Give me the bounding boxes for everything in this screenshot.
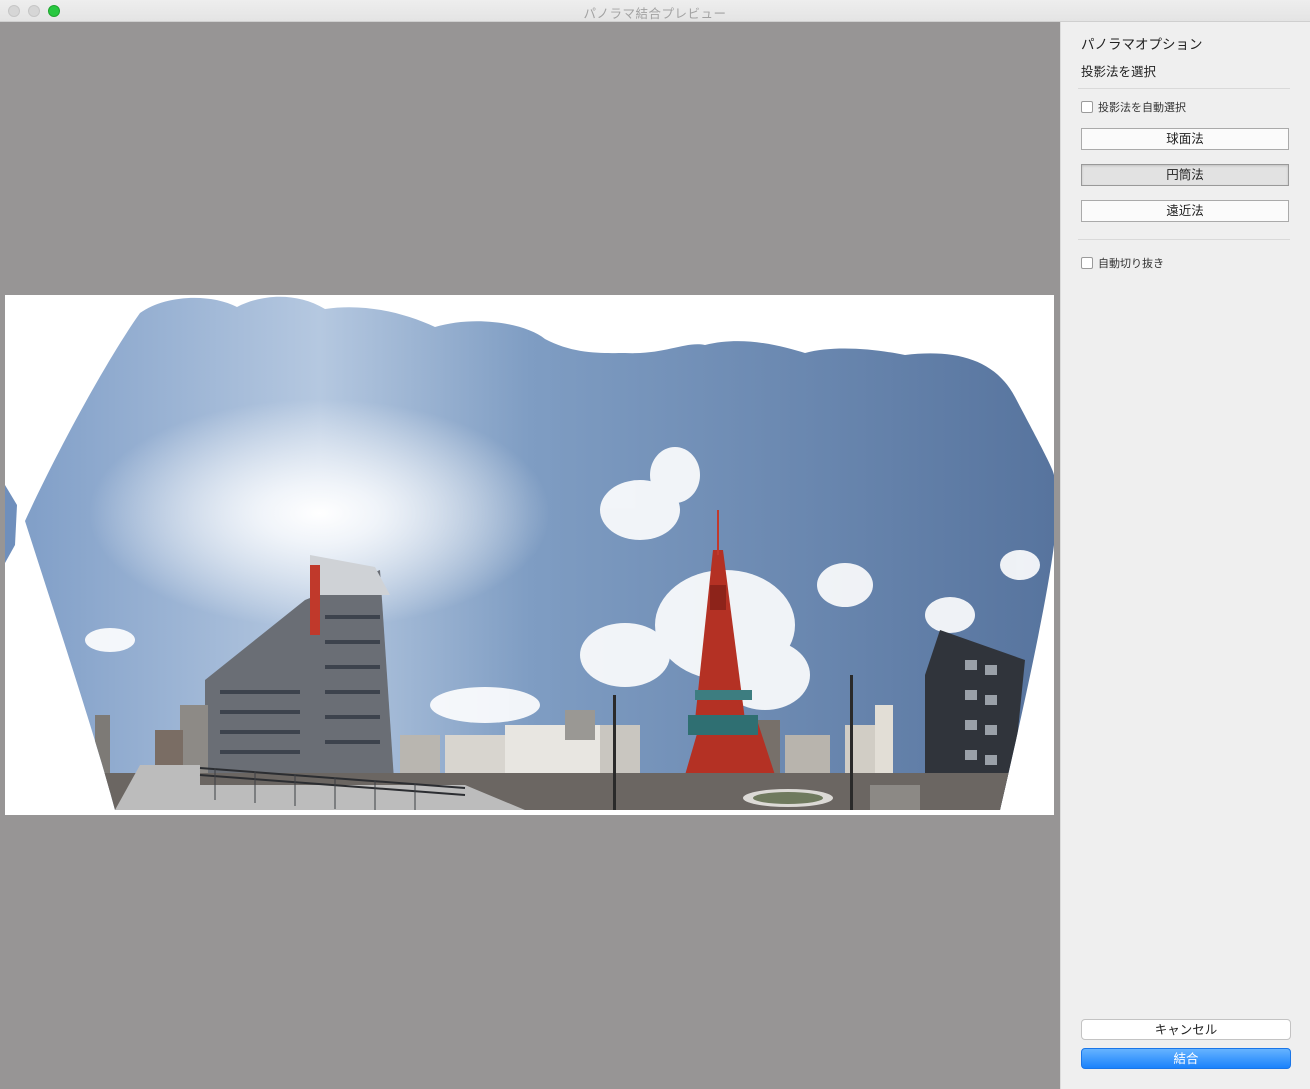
cylindrical-projection-button[interactable]: 円筒法 [1081,164,1289,186]
options-sidebar: パノラマオプション 投影法を選択 投影法を自動選択 球面法 円筒法 遠近法 自動… [1060,22,1310,1089]
cancel-button[interactable]: キャンセル [1081,1019,1291,1040]
window-title: パノラマ結合プレビュー [583,6,727,21]
panorama-image [5,296,1054,811]
panorama-options-heading: パノラマオプション [1081,37,1203,53]
spherical-projection-button[interactable]: 球面法 [1081,128,1289,150]
auto-select-projection-checkbox[interactable] [1081,101,1093,113]
auto-crop-row[interactable]: 自動切り抜き [1081,255,1164,271]
title-bar: パノラマ結合プレビュー [0,0,1310,22]
auto-crop-checkbox[interactable] [1081,257,1093,269]
auto-select-projection-label: 投影法を自動選択 [1098,101,1186,114]
auto-select-projection-row[interactable]: 投影法を自動選択 [1081,99,1186,115]
panorama-merge-window: パノラマ結合プレビュー パノラマオプション 投影法を選択 投影法を自動選択 球面… [0,0,1310,1089]
panorama-preview-area [0,22,1060,1089]
divider [1078,239,1290,240]
panorama-preview-image [5,295,1054,815]
perspective-projection-button[interactable]: 遠近法 [1081,200,1289,222]
merge-button[interactable]: 結合 [1081,1048,1291,1069]
auto-crop-label: 自動切り抜き [1098,257,1164,270]
projection-select-label: 投影法を選択 [1081,64,1157,79]
divider [1078,88,1290,89]
